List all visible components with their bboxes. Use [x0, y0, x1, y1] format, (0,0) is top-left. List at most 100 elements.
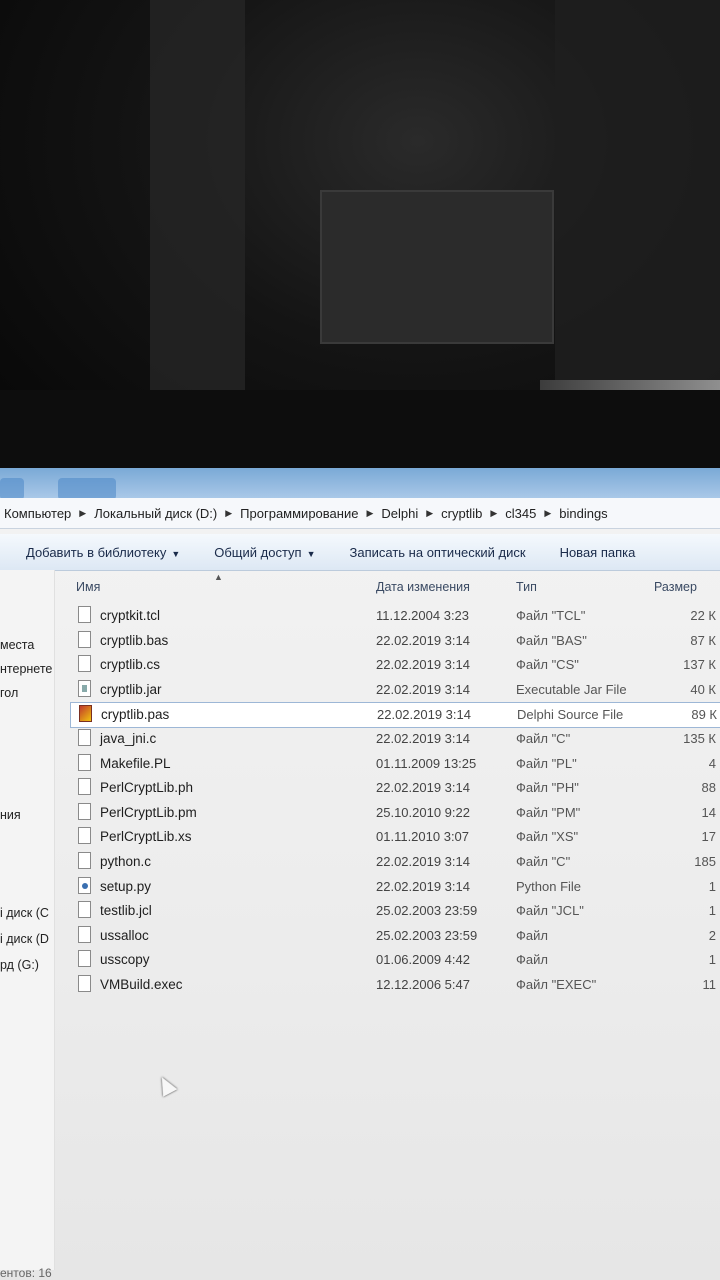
file-row[interactable]: Makefile.PL 01.11.2009 13:25 Файл "PL" 4 — [54, 752, 720, 776]
file-name: python.c — [100, 854, 152, 869]
jar-file-icon — [78, 679, 91, 697]
file-row[interactable]: setup.py 22.02.2019 3:14 Python File 1 — [54, 875, 720, 899]
mouse-cursor-icon — [154, 1073, 178, 1097]
address-bar[interactable]: Компьютер ▶ Локальный диск (D:) ▶ Программир… — [0, 498, 720, 529]
breadcrumb-item[interactable]: Локальный диск (D:) — [90, 506, 221, 521]
file-row[interactable]: cryptlib.cs 22.02.2019 3:14 Файл "CS" 137 К — [54, 653, 720, 677]
nav-item[interactable]: ния — [0, 808, 21, 822]
file-row[interactable]: cryptlib.jar 22.02.2019 3:14 Executable Ja… — [54, 678, 720, 702]
column-header: ▲ Имя Дата изменения Тип Размер — [54, 572, 720, 600]
nav-item[interactable]: места — [0, 638, 34, 652]
breadcrumb-item[interactable]: Программирование — [236, 506, 362, 521]
file-type: Python File — [516, 878, 582, 894]
file-type: Delphi Source File — [517, 707, 624, 723]
file-date: 22.02.2019 3:14 — [376, 854, 470, 869]
file-date: 01.11.2010 3:07 — [376, 829, 470, 845]
chevron-down-icon: ▼ — [171, 548, 181, 559]
breadcrumb-item[interactable]: cl345 — [501, 506, 540, 521]
file-row[interactable]: python.c 22.02.2019 3:14 Файл "C" 185 — [54, 850, 720, 874]
nav-item[interactable]: рд (G:) — [0, 958, 39, 972]
file-icon — [78, 729, 91, 746]
back-button[interactable] — [0, 478, 24, 500]
file-date: 22.02.2019 3:14 — [376, 681, 470, 697]
file-size: 88 — [701, 780, 716, 796]
breadcrumb-item[interactable]: bindings — [555, 506, 611, 521]
add-to-library-button[interactable]: Добавить в библиотеку ▼ — [26, 545, 180, 560]
file-row[interactable]: cryptkit.tcl 11.12.2004 3:23 Файл "TCL" 22 … — [54, 604, 720, 628]
breadcrumb-arrow-icon[interactable]: ▶ — [422, 508, 437, 519]
file-name: PerlCryptLib.ph — [100, 780, 194, 796]
file-date: 01.11.2009 13:25 — [376, 755, 477, 771]
breadcrumb-arrow-icon[interactable]: ▶ — [540, 508, 555, 519]
chevron-down-icon: ▼ — [306, 548, 316, 559]
forward-button[interactable] — [58, 478, 116, 500]
file-date: 22.02.2019 3:14 — [376, 657, 470, 673]
room-background — [0, 0, 720, 470]
file-row[interactable]: PerlCryptLib.pm 25.10.2010 9:22 Файл "PM" 1… — [54, 801, 720, 825]
file-name: VMBuild.exec — [100, 977, 183, 992]
file-size: 17 — [701, 829, 716, 845]
file-size: 87 К — [690, 632, 716, 648]
breadcrumb-item[interactable]: cryptlib — [437, 506, 486, 521]
breadcrumb-item[interactable]: Delphi — [377, 506, 422, 521]
nav-item[interactable]: нтернете — [0, 662, 52, 676]
file-icon — [78, 852, 91, 869]
column-name[interactable]: Имя — [76, 580, 100, 594]
file-name: setup.py — [100, 878, 152, 894]
file-size: 4 — [708, 755, 716, 771]
file-date: 22.02.2019 3:14 — [376, 731, 470, 746]
column-type[interactable]: Тип — [516, 580, 537, 594]
file-icon — [78, 778, 91, 796]
file-date: 22.02.2019 3:14 — [376, 632, 470, 648]
file-row[interactable]: PerlCryptLib.ph 22.02.2019 3:14 Файл "PH" 8… — [54, 776, 720, 800]
file-name: cryptkit.tcl — [100, 608, 161, 623]
column-date[interactable]: Дата изменения — [376, 580, 470, 594]
file-row[interactable]: PerlCryptLib.xs 01.11.2010 3:07 Файл "XS" 1… — [54, 825, 720, 849]
breadcrumb-arrow-icon[interactable]: ▶ — [362, 508, 377, 519]
file-size: 11 — [702, 977, 717, 992]
file-row[interactable]: ussalloc 25.02.2003 23:59 Файл 2 — [54, 924, 720, 948]
title-bar — [0, 468, 720, 500]
share-button[interactable]: Общий доступ ▼ — [214, 545, 315, 560]
file-row[interactable]: usscopy 01.06.2009 4:42 Файл 1 — [54, 948, 720, 972]
file-icon — [78, 630, 91, 648]
file-name: cryptlib.jar — [100, 681, 162, 697]
file-name: PerlCryptLib.xs — [100, 829, 192, 845]
laptop-bezel — [0, 390, 720, 470]
breadcrumb-item[interactable]: Компьютер — [0, 506, 75, 521]
file-row[interactable]: cryptlib.pas 22.02.2019 3:14 Delphi Source… — [70, 702, 720, 729]
delphi-file-icon — [79, 705, 92, 723]
file-type: Файл "C" — [516, 854, 571, 869]
file-type: Файл — [516, 927, 548, 943]
column-size[interactable]: Размер — [654, 580, 697, 594]
file-icon — [78, 655, 91, 673]
nav-item[interactable]: гол — [0, 686, 18, 700]
file-size: 14 — [701, 804, 716, 820]
file-date: 22.02.2019 3:14 — [376, 878, 470, 894]
breadcrumb-arrow-icon[interactable]: ▶ — [75, 508, 90, 519]
file-date: 25.02.2003 23:59 — [376, 903, 478, 919]
file-size: 137 К — [683, 657, 716, 673]
file-date: 12.12.2006 5:47 — [376, 977, 470, 992]
file-date: 22.02.2019 3:14 — [376, 780, 470, 796]
file-row[interactable]: testlib.jcl 25.02.2003 23:59 Файл "JCL" 1 — [54, 899, 720, 923]
file-date: 25.10.2010 9:22 — [376, 804, 470, 820]
file-type: Файл "PM" — [516, 804, 581, 820]
nav-item[interactable]: і диск (C — [0, 906, 49, 920]
breadcrumb-arrow-icon[interactable]: ▶ — [221, 508, 236, 519]
file-icon — [78, 606, 91, 623]
file-date: 22.02.2019 3:14 — [377, 707, 471, 723]
file-row[interactable]: cryptlib.bas 22.02.2019 3:14 Файл "BAS" 87 … — [54, 629, 720, 653]
file-row[interactable]: VMBuild.exec 12.12.2006 5:47 Файл "EXEC" 11 — [54, 973, 720, 997]
file-name: java_jni.c — [100, 731, 157, 746]
file-name: cryptlib.bas — [100, 632, 169, 648]
file-icon — [78, 925, 91, 943]
sort-ascending-icon: ▲ — [214, 572, 223, 582]
breadcrumb-arrow-icon[interactable]: ▶ — [486, 508, 501, 519]
new-folder-button[interactable]: Новая папка — [560, 545, 636, 560]
file-size: 135 К — [683, 731, 716, 746]
file-row[interactable]: java_jni.c 22.02.2019 3:14 Файл "C" 135 К — [54, 727, 720, 751]
status-bar: ентов: 16 — [0, 1266, 52, 1280]
burn-disc-button[interactable]: Записать на оптический диск — [350, 545, 526, 560]
nav-item[interactable]: і диск (D — [0, 932, 49, 946]
